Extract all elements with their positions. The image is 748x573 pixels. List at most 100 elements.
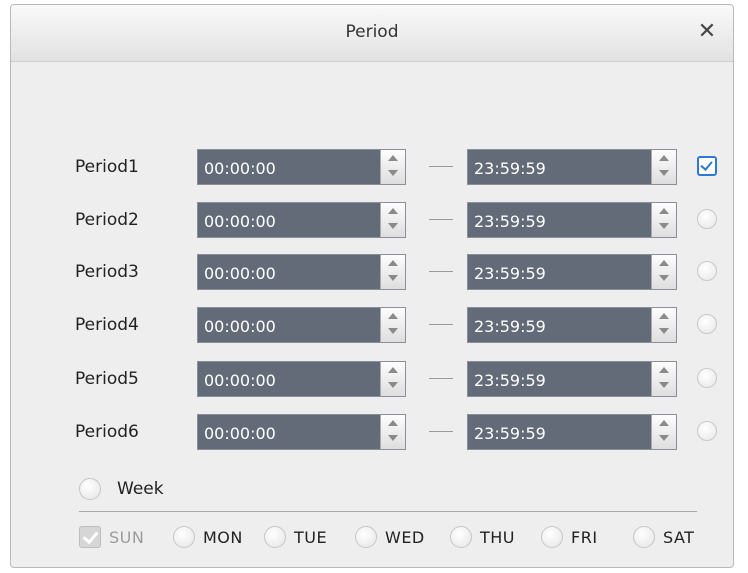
down-arrow-icon[interactable] bbox=[652, 272, 676, 289]
down-arrow-icon[interactable] bbox=[381, 272, 405, 289]
start-time-input[interactable]: 00:00:00 bbox=[197, 307, 406, 343]
end-time-value: 23:59:59 bbox=[474, 424, 546, 443]
week-radio[interactable] bbox=[79, 478, 101, 500]
end-time-value: 23:59:59 bbox=[474, 212, 546, 231]
start-time-value: 00:00:00 bbox=[204, 317, 276, 336]
up-arrow-icon[interactable] bbox=[381, 415, 405, 432]
spinner bbox=[380, 255, 405, 289]
divider bbox=[79, 511, 697, 512]
day-checkbox[interactable] bbox=[264, 526, 286, 548]
range-separator bbox=[429, 378, 453, 379]
period-row: Period5 00:00:00 23:59:59 bbox=[11, 361, 733, 397]
title-bar: Period ✕ bbox=[11, 5, 733, 62]
start-time-input[interactable]: 00:00:00 bbox=[197, 254, 406, 290]
day-checkbox[interactable] bbox=[79, 526, 101, 548]
close-icon[interactable]: ✕ bbox=[693, 18, 721, 46]
period-enable-checkbox[interactable] bbox=[697, 261, 717, 281]
down-arrow-icon[interactable] bbox=[381, 167, 405, 184]
end-time-input[interactable]: 23:59:59 bbox=[467, 202, 677, 238]
dialog-title: Period bbox=[345, 22, 399, 42]
up-arrow-icon[interactable] bbox=[381, 203, 405, 220]
up-arrow-icon[interactable] bbox=[381, 255, 405, 272]
end-time-input[interactable]: 23:59:59 bbox=[467, 307, 677, 343]
period-label: Period4 bbox=[75, 315, 139, 335]
spinner bbox=[651, 362, 676, 396]
spinner bbox=[651, 415, 676, 449]
start-time-input[interactable]: 00:00:00 bbox=[197, 414, 406, 450]
end-time-value: 23:59:59 bbox=[474, 317, 546, 336]
up-arrow-icon[interactable] bbox=[652, 255, 676, 272]
end-time-input[interactable]: 23:59:59 bbox=[467, 149, 677, 185]
day-label: WED bbox=[385, 528, 425, 547]
down-arrow-icon[interactable] bbox=[652, 432, 676, 449]
down-arrow-icon[interactable] bbox=[381, 325, 405, 342]
period-enable-checkbox[interactable] bbox=[697, 156, 717, 176]
down-arrow-icon[interactable] bbox=[381, 220, 405, 237]
start-time-input[interactable]: 00:00:00 bbox=[197, 202, 406, 238]
period-row: Period4 00:00:00 23:59:59 bbox=[11, 307, 733, 343]
down-arrow-icon[interactable] bbox=[381, 379, 405, 396]
period-enable-checkbox[interactable] bbox=[697, 421, 717, 441]
spinner bbox=[380, 203, 405, 237]
end-time-value: 23:59:59 bbox=[474, 159, 546, 178]
up-arrow-icon[interactable] bbox=[381, 362, 405, 379]
period-enable-checkbox[interactable] bbox=[697, 314, 717, 334]
spinner bbox=[651, 203, 676, 237]
period-row: Period2 00:00:00 23:59:59 bbox=[11, 202, 733, 238]
day-label: FRI bbox=[571, 528, 598, 547]
end-time-input[interactable]: 23:59:59 bbox=[467, 254, 677, 290]
period-enable-checkbox[interactable] bbox=[697, 209, 717, 229]
day-checkbox[interactable] bbox=[173, 526, 195, 548]
up-arrow-icon[interactable] bbox=[652, 415, 676, 432]
day-label: SUN bbox=[109, 528, 145, 547]
day-label: SAT bbox=[663, 528, 695, 547]
down-arrow-icon[interactable] bbox=[652, 167, 676, 184]
spinner bbox=[651, 150, 676, 184]
day-label: TUE bbox=[294, 528, 328, 547]
end-time-input[interactable]: 23:59:59 bbox=[467, 414, 677, 450]
range-separator bbox=[429, 271, 453, 272]
spinner bbox=[380, 308, 405, 342]
start-time-value: 00:00:00 bbox=[204, 264, 276, 283]
day-checkbox[interactable] bbox=[450, 526, 472, 548]
period-row: Period3 00:00:00 23:59:59 bbox=[11, 254, 733, 290]
down-arrow-icon[interactable] bbox=[652, 379, 676, 396]
period-label: Period2 bbox=[75, 210, 139, 230]
up-arrow-icon[interactable] bbox=[652, 150, 676, 167]
day-label: MON bbox=[203, 528, 243, 547]
down-arrow-icon[interactable] bbox=[381, 432, 405, 449]
range-separator bbox=[429, 219, 453, 220]
range-separator bbox=[429, 166, 453, 167]
range-separator bbox=[429, 324, 453, 325]
end-time-input[interactable]: 23:59:59 bbox=[467, 361, 677, 397]
spinner bbox=[651, 255, 676, 289]
spinner bbox=[380, 150, 405, 184]
up-arrow-icon[interactable] bbox=[652, 203, 676, 220]
start-time-value: 00:00:00 bbox=[204, 159, 276, 178]
start-time-input[interactable]: 00:00:00 bbox=[197, 361, 406, 397]
down-arrow-icon[interactable] bbox=[652, 220, 676, 237]
period-enable-checkbox[interactable] bbox=[697, 368, 717, 388]
period-row: Period6 00:00:00 23:59:59 bbox=[11, 414, 733, 450]
spinner bbox=[380, 362, 405, 396]
period-label: Period6 bbox=[75, 422, 139, 442]
day-checkbox[interactable] bbox=[355, 526, 377, 548]
up-arrow-icon[interactable] bbox=[652, 362, 676, 379]
week-label: Week bbox=[117, 479, 164, 499]
up-arrow-icon[interactable] bbox=[381, 308, 405, 325]
start-time-value: 00:00:00 bbox=[204, 212, 276, 231]
end-time-value: 23:59:59 bbox=[474, 264, 546, 283]
spinner bbox=[380, 415, 405, 449]
day-checkbox[interactable] bbox=[633, 526, 655, 548]
period-row: Period1 00:00:00 23:59:59 bbox=[11, 149, 733, 185]
period-dialog: Period ✕ Period1 00:00:00 23:59:59 Period2 0… bbox=[10, 4, 734, 568]
day-label: THU bbox=[480, 528, 516, 547]
period-label: Period3 bbox=[75, 262, 139, 282]
day-checkbox[interactable] bbox=[541, 526, 563, 548]
start-time-input[interactable]: 00:00:00 bbox=[197, 149, 406, 185]
period-label: Period1 bbox=[75, 157, 139, 177]
down-arrow-icon[interactable] bbox=[652, 325, 676, 342]
up-arrow-icon[interactable] bbox=[652, 308, 676, 325]
up-arrow-icon[interactable] bbox=[381, 150, 405, 167]
range-separator bbox=[429, 431, 453, 432]
